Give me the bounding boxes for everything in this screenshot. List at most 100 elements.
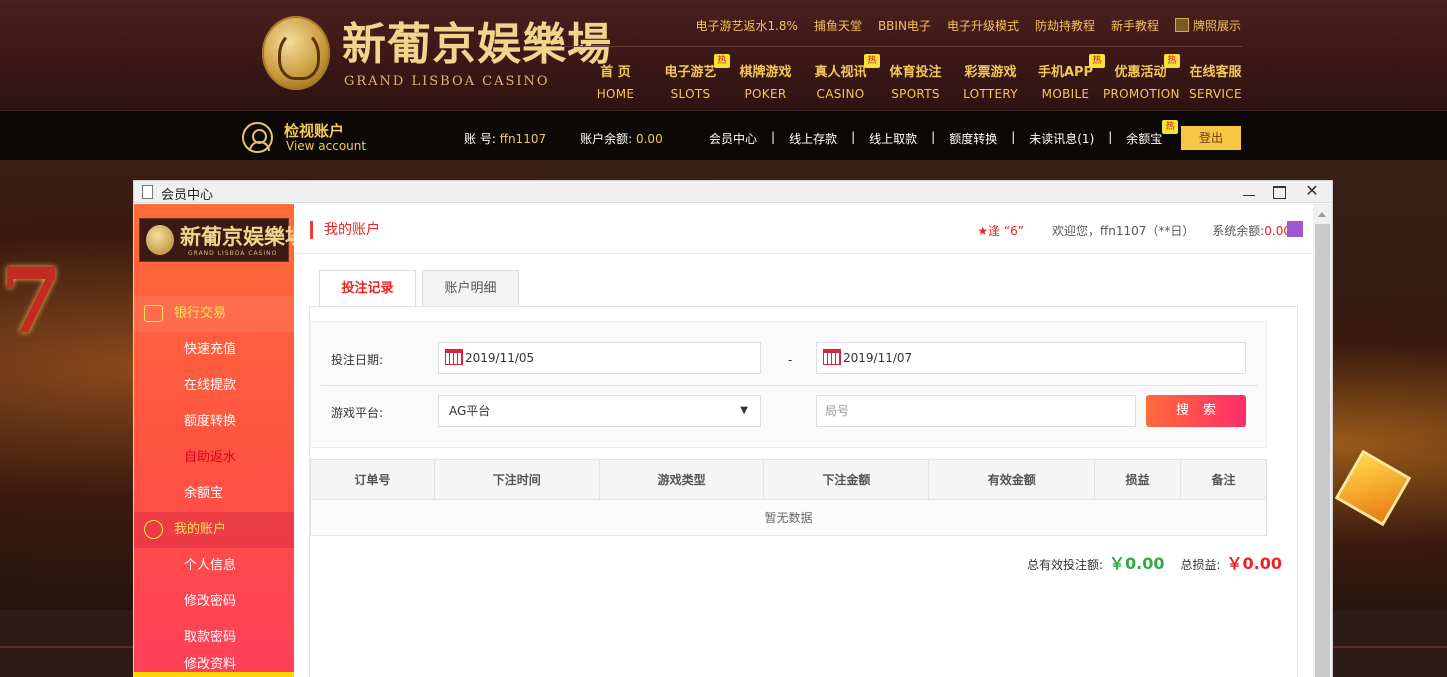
window-titlebar[interactable]: 会员中心 ✕ bbox=[134, 181, 1332, 203]
nav-item-casino[interactable]: 真人视讯 CASINO 热 bbox=[803, 54, 880, 104]
sidebar-item-online-withdraw[interactable]: 在线提款 bbox=[134, 368, 294, 404]
sidebar-item-change-password[interactable]: 修改密码 bbox=[134, 584, 294, 620]
link-separator: | bbox=[1011, 130, 1016, 144]
sidebar-bottom-accent bbox=[134, 672, 294, 677]
nav-item-label-en: CASINO bbox=[816, 87, 865, 101]
totals-summary: 总有效投注额: ￥0.00 总损益: ￥0.00 bbox=[1027, 550, 1282, 574]
site-logo[interactable]: 新葡京娱樂場 GRAND LISBOA CASINO bbox=[262, 16, 611, 96]
sidebar-logo-en: GRAND LISBOA CASINO bbox=[188, 250, 278, 257]
link-yuebao[interactable]: 余额宝热 bbox=[1126, 120, 1179, 147]
link-yuebao-label: 余额宝 bbox=[1126, 132, 1163, 146]
column-header: 损益 bbox=[1094, 459, 1182, 500]
column-header: 游戏类型 bbox=[598, 459, 765, 500]
page-header: 我的账户 ★逢 “6” 欢迎您，ffn1107（**日） 系统余额:0.00 bbox=[294, 204, 1313, 254]
search-button[interactable]: 搜索 bbox=[1146, 395, 1246, 427]
date-from-input[interactable]: 2019/11/05 bbox=[438, 342, 761, 374]
slot-seven-graphic: 7 bbox=[0, 248, 63, 354]
sidebar-item-withdraw-password[interactable]: 取款密码 bbox=[134, 620, 294, 656]
maximize-button[interactable] bbox=[1264, 181, 1294, 202]
date-to-value: 2019/11/07 bbox=[843, 351, 913, 365]
top-link-bbin[interactable]: BBIN电子 bbox=[878, 17, 931, 34]
total-valid-bet-label: 总有效投注额: bbox=[1026, 558, 1103, 572]
top-link-slots-rebate[interactable]: 电子游艺返水1.8% bbox=[695, 17, 798, 34]
nav-item-service[interactable]: 在线客服 SERVICE bbox=[1178, 62, 1253, 104]
date-to-input[interactable]: 2019/11/07 bbox=[816, 342, 1246, 374]
calendar-icon bbox=[823, 349, 841, 365]
filter-form: 投注日期: 2019/11/05 - 2019/11/07 游戏平台: AG平台… bbox=[310, 321, 1267, 448]
account-name: 账 号: ffn1107 bbox=[464, 130, 546, 147]
logout-button[interactable]: 登出 bbox=[1181, 126, 1241, 150]
sidebar-logo-cn: 新葡京娱樂場 bbox=[180, 224, 306, 249]
scroll-up-icon[interactable] bbox=[1318, 212, 1326, 217]
nav-item-label-cn: 彩票游戏 bbox=[964, 65, 1017, 80]
sidebar-item-yuebao[interactable]: 余额宝 bbox=[134, 476, 294, 512]
nav-item-label-en: POKER bbox=[744, 87, 787, 101]
total-valid-bet-value: ￥0.00 bbox=[1108, 554, 1165, 573]
nav-item-home[interactable]: 首 页 HOME bbox=[578, 62, 653, 104]
platform-select-value: AG平台 bbox=[449, 404, 491, 418]
sidebar-section-banking[interactable]: 银行交易 bbox=[134, 296, 294, 332]
close-button[interactable]: ✕ bbox=[1297, 181, 1327, 202]
nav-item-label-cn: 体育投注 bbox=[889, 65, 942, 80]
top-link-fishing[interactable]: 捕鱼天堂 bbox=[814, 17, 862, 34]
nav-item-poker[interactable]: 棋牌游戏 POKER bbox=[728, 62, 803, 104]
view-account-title[interactable]: 检视账户 bbox=[284, 120, 344, 141]
sidebar-section-my-account[interactable]: 我的账户 bbox=[134, 512, 294, 548]
account-balance: 账户余额: 0.00 bbox=[580, 130, 663, 147]
logo-text-cn: 新葡京娱樂場 bbox=[342, 19, 612, 70]
scrollbar-thumb[interactable] bbox=[1315, 224, 1330, 677]
sidebar-item-quick-deposit[interactable]: 快速充值 bbox=[134, 332, 294, 368]
sidebar-item-self-rebate[interactable]: 自助返水 bbox=[134, 440, 294, 476]
top-link-tutorial[interactable]: 新手教程 bbox=[1111, 17, 1159, 34]
platform-label: 游戏平台: bbox=[331, 406, 384, 420]
account-balance-label: 账户余额: bbox=[580, 132, 633, 146]
link-withdraw[interactable]: 线上取款 bbox=[869, 130, 917, 147]
sidebar-item-personal-info[interactable]: 个人信息 bbox=[134, 548, 294, 584]
sidebar-logo-emblem bbox=[146, 225, 174, 255]
minimize-button[interactable] bbox=[1234, 181, 1264, 202]
platform-select[interactable]: AG平台 ▼ bbox=[438, 395, 761, 427]
link-transfer[interactable]: 额度转换 bbox=[949, 130, 997, 147]
column-header: 备注 bbox=[1180, 459, 1267, 500]
nav-item-lottery[interactable]: 彩票游戏 LOTTERY bbox=[953, 62, 1028, 104]
total-profit-loss-label: 总损益: bbox=[1180, 558, 1221, 572]
sidebar-logo: 新葡京娱樂場 GRAND LISBOA CASINO bbox=[139, 218, 306, 262]
nav-item-label-en: MOBILE bbox=[1041, 87, 1090, 101]
nav-item-label-cn: 在线客服 bbox=[1189, 65, 1242, 80]
site-header: 新葡京娱樂場 GRAND LISBOA CASINO 电子游艺返水1.8% 捕鱼… bbox=[0, 0, 1447, 110]
link-separator: | bbox=[771, 130, 776, 144]
account-links: 会员中心 | 线上存款 | 线上取款 | 额度转换 | 未读讯息(1) | 余额… bbox=[709, 120, 1179, 147]
user-icon[interactable] bbox=[242, 122, 273, 153]
bet-records-table: 订单号 下注时间 游戏类型 下注金额 有效金额 损益 备注 暂无数据 bbox=[310, 459, 1267, 536]
promo-star-text[interactable]: ★逢 “6” bbox=[977, 222, 1024, 239]
form-divider bbox=[321, 385, 1258, 386]
diamond-graphic bbox=[1334, 449, 1412, 527]
link-unread-messages[interactable]: 未读讯息(1) bbox=[1029, 130, 1094, 147]
member-center-window: 会员中心 ✕ 新葡京娱樂場 GRAND LISBOA CASINO 银行交易 快… bbox=[133, 180, 1333, 677]
user-icon bbox=[144, 520, 163, 539]
tab-bet-records[interactable]: 投注记录 bbox=[319, 270, 416, 307]
hot-badge: 热 bbox=[1162, 120, 1179, 134]
sidebar-item-transfer[interactable]: 额度转换 bbox=[134, 404, 294, 440]
vertical-scrollbar[interactable] bbox=[1313, 204, 1332, 677]
link-member-center[interactable]: 会员中心 bbox=[709, 130, 757, 147]
tab-account-details[interactable]: 账户明细 bbox=[422, 270, 519, 306]
nav-item-label-en: SERVICE bbox=[1189, 87, 1242, 101]
top-link-license[interactable]: 牌照展示 bbox=[1174, 17, 1241, 34]
round-number-input[interactable]: 局号 bbox=[816, 395, 1136, 427]
nav-item-slots[interactable]: 电子游艺 SLOTS 热 bbox=[653, 54, 730, 104]
top-link-anti-hijack[interactable]: 防劫持教程 bbox=[1035, 17, 1095, 34]
nav-item-label-en: LOTTERY bbox=[963, 87, 1018, 101]
nav-item-label-en: HOME bbox=[596, 87, 635, 101]
logo-emblem bbox=[262, 16, 330, 90]
tab-bar: 投注记录 账户明细 bbox=[319, 270, 519, 307]
nav-item-promotion[interactable]: 优惠活动 PROMOTION 热 bbox=[1103, 54, 1180, 104]
table-row: 暂无数据 bbox=[310, 499, 1267, 536]
top-link-upgrade[interactable]: 电子升级模式 bbox=[947, 17, 1019, 34]
nav-item-sports[interactable]: 体育投注 SPORTS bbox=[878, 62, 953, 104]
link-deposit[interactable]: 线上存款 bbox=[789, 130, 837, 147]
view-account-subtitle[interactable]: View account bbox=[286, 139, 366, 153]
nav-item-mobile[interactable]: 手机APP MOBILE 热 bbox=[1028, 54, 1105, 104]
theme-swatch[interactable] bbox=[1287, 221, 1303, 237]
link-separator: | bbox=[931, 130, 936, 144]
